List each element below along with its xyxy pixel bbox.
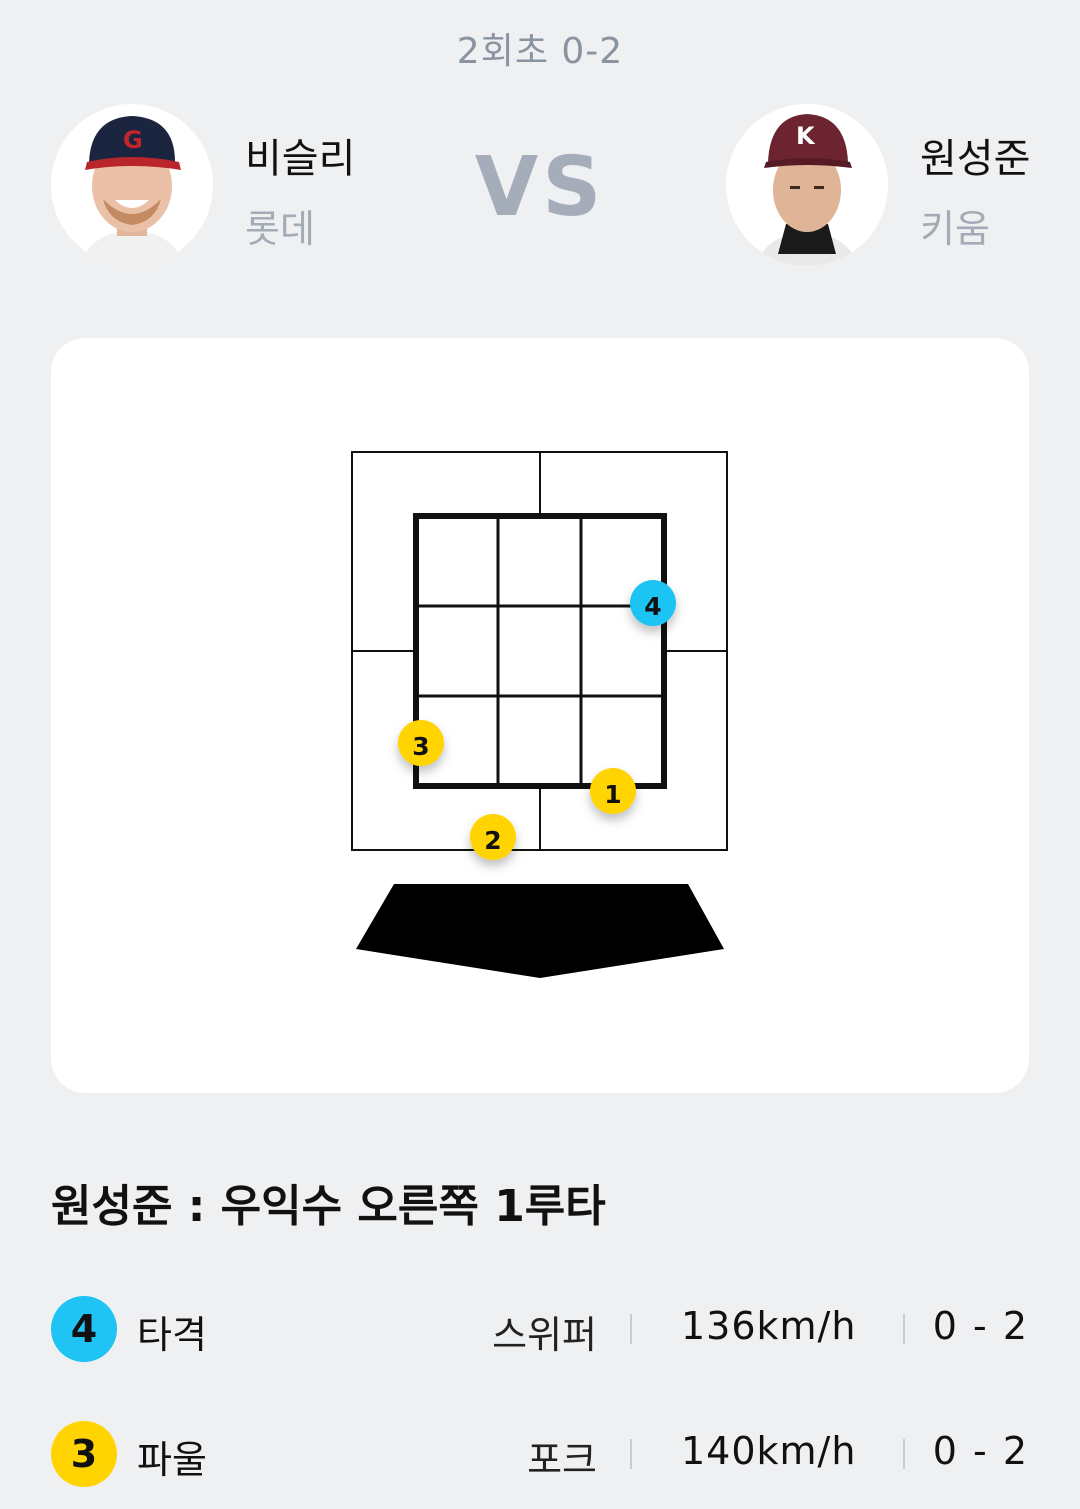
svg-text:K: K [796, 122, 816, 150]
pitch-marker-2-label: 2 [484, 826, 501, 855]
vs-label: VS [474, 140, 606, 235]
pitch-marker-1-label: 1 [604, 780, 621, 809]
pitch-marker-4-label: 4 [644, 592, 661, 621]
pitch-type-label: 스위퍼 [492, 1313, 597, 1357]
pitch-log-row[interactable]: 3 파울 포크 140km/h 0 - 2 [51, 1421, 1029, 1491]
divider [630, 1314, 632, 1344]
pitch-count: 0 - 2 [932, 1304, 1029, 1348]
divider [630, 1439, 632, 1469]
pitch-speed: 140km/h [681, 1429, 857, 1473]
batter-name: 원성준 [920, 136, 1031, 182]
home-plate [356, 884, 724, 978]
pitch-result-label: 파울 [137, 1438, 207, 1482]
at-bat-result: 원성준 : 우익수 오른쪽 1루타 [51, 1181, 606, 1232]
strike-zone-diagram: 1 2 3 4 [351, 451, 728, 978]
pitch-number-badge: 4 [51, 1296, 117, 1362]
inning-score: 2회초 0-2 [456, 31, 624, 72]
divider [903, 1439, 905, 1469]
inner-strike-zone [413, 513, 667, 789]
divider [903, 1314, 905, 1344]
pitch-result-label: 타격 [137, 1313, 207, 1357]
pitch-count: 0 - 2 [932, 1429, 1029, 1473]
batter-avatar[interactable]: K [726, 104, 888, 266]
pitch-speed: 136km/h [681, 1304, 857, 1348]
outer-zone [351, 451, 728, 851]
pitch-number-badge: 3 [51, 1421, 117, 1487]
pitch-type-label: 포크 [527, 1438, 597, 1482]
pitch-marker-3-label: 3 [412, 732, 429, 761]
batter-team: 키움 [920, 207, 990, 251]
pitch-log-row[interactable]: 4 타격 스위퍼 136km/h 0 - 2 [51, 1296, 1029, 1366]
strike-zone-card: 1 2 3 4 [51, 338, 1029, 1093]
